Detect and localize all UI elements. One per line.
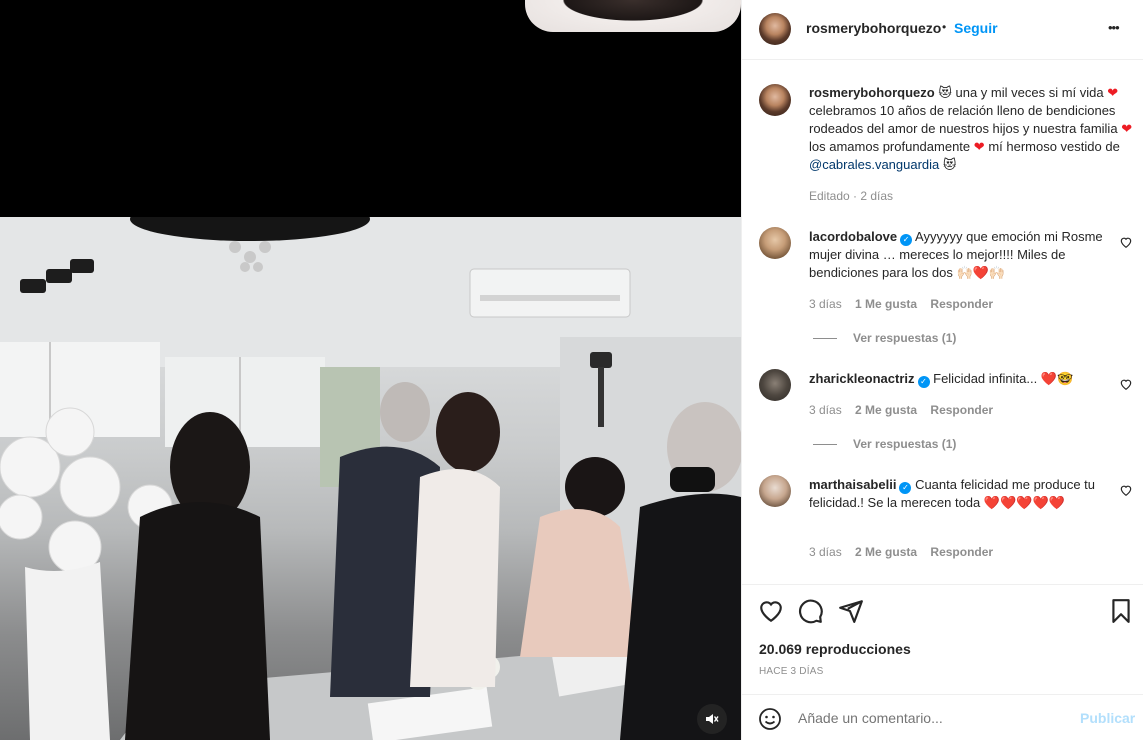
comment-username[interactable]: lacordobalove (809, 229, 897, 244)
reply-button[interactable]: Responder (930, 545, 993, 559)
caption-avatar[interactable] (759, 84, 791, 116)
caption-text-4: mí hermoso vestido de (988, 139, 1120, 154)
mute-button[interactable] (697, 704, 727, 734)
add-comment-bar: Publicar (742, 694, 1143, 740)
caption: rosmerybohorquezo 😻 una y mil veces si m… (809, 84, 1134, 174)
view-replies-label[interactable]: Ver respuestas (1) (853, 437, 956, 451)
caption-text-1: una y mil veces si mí vida (955, 85, 1104, 100)
comment-avatar[interactable] (759, 475, 791, 507)
heart-eyes-cat-icon: 😻 (938, 85, 952, 100)
replies-divider (813, 444, 837, 445)
follow-button[interactable]: Seguir (954, 20, 998, 36)
author-username[interactable]: rosmerybohorquezo (806, 20, 941, 36)
comment-meta: 3 días 2 Me gusta Responder (809, 403, 993, 417)
view-replies-button[interactable]: Ver respuestas (1) (853, 437, 956, 451)
reply-button[interactable]: Responder (930, 297, 993, 311)
separator-dot: • (942, 20, 947, 34)
speaker-muted-icon (706, 714, 719, 724)
comment: marthaisabelii ✓ Cuanta felicidad me prod… (809, 476, 1119, 512)
comment-emojis: 🙌🏻❤️🙌🏻 (956, 265, 1006, 280)
like-comment-icon[interactable] (1119, 377, 1133, 391)
caption-username[interactable]: rosmerybohorquezo (809, 85, 935, 100)
verified-badge-icon: ✓ (917, 376, 930, 388)
comment-time[interactable]: 3 días (809, 545, 842, 559)
caption-text-3: los amamos profundamente (809, 139, 971, 154)
comment-input[interactable] (798, 707, 1068, 729)
heart-icon: ❤ (1107, 85, 1119, 100)
view-count[interactable]: 20.069 reproducciones (759, 641, 911, 657)
reply-button[interactable]: Responder (930, 403, 993, 417)
post-panel: rosmerybohorquezo • Seguir ••• rosmerybo… (741, 0, 1143, 740)
comment-emojis: ❤️❤️❤️❤️❤️ (983, 495, 1065, 510)
mention-link[interactable]: @cabrales.vanguardia (809, 157, 939, 172)
comment-username[interactable]: marthaisabelii (809, 477, 896, 492)
view-replies-label[interactable]: Ver respuestas (1) (853, 331, 956, 345)
comment-likes[interactable]: 2 Me gusta (855, 403, 917, 417)
comment-meta: 3 días 1 Me gusta Responder (809, 297, 993, 311)
save-bookmark-icon[interactable] (1108, 598, 1134, 624)
post-actions: 20.069 reproducciones HACE 3 DÍAS (742, 584, 1143, 694)
emoji-icon[interactable] (758, 707, 782, 731)
comment-likes[interactable]: 2 Me gusta (855, 545, 917, 559)
like-comment-icon[interactable] (1119, 483, 1133, 497)
wedding-scene-image (0, 217, 741, 740)
heart-eyes-cat-icon: 😻 (942, 157, 957, 172)
like-comment-icon[interactable] (1119, 235, 1133, 249)
comment-icon[interactable] (798, 598, 824, 624)
share-icon[interactable] (838, 598, 864, 624)
author-avatar[interactable] (759, 13, 791, 45)
caption-meta: Editado · 2 días (809, 189, 894, 203)
comment-likes[interactable]: 1 Me gusta (855, 297, 917, 311)
comment-meta: 3 días 2 Me gusta Responder (809, 545, 993, 559)
caption-text-2: celebramos 10 años de relación lleno de … (809, 103, 1118, 136)
comment-avatar[interactable] (759, 227, 791, 259)
publish-button[interactable]: Publicar (1080, 710, 1135, 726)
comment: lacordobalove ✓ Ayyyyyy que emoción mi Ro… (809, 228, 1119, 282)
like-heart-icon[interactable] (758, 598, 784, 624)
comment-avatar[interactable] (759, 369, 791, 401)
more-options-icon[interactable]: ••• (1108, 20, 1120, 35)
replies-divider (813, 338, 837, 339)
post-date[interactable]: HACE 3 DÍAS (759, 666, 823, 677)
comment: zharickleonactriz ✓ Felicidad infinita...… (809, 370, 1119, 388)
post-header: rosmerybohorquezo • Seguir ••• (742, 0, 1143, 60)
comment-time[interactable]: 3 días (809, 403, 842, 417)
comment-emojis: ❤️🤓 (1040, 371, 1074, 386)
heart-icon: ❤ (973, 139, 985, 154)
verified-badge-icon: ✓ (900, 234, 913, 246)
video-frame[interactable] (0, 217, 741, 740)
heart-icon: ❤ (1121, 121, 1133, 136)
view-replies-button[interactable]: Ver respuestas (1) (853, 331, 956, 345)
video-player[interactable] (0, 0, 741, 740)
comment-username[interactable]: zharickleonactriz (809, 371, 915, 386)
top-thumbnail (525, 0, 741, 32)
verified-badge-icon: ✓ (899, 482, 912, 494)
comment-time[interactable]: 3 días (809, 297, 842, 311)
comment-text: Felicidad infinita... (933, 371, 1038, 386)
